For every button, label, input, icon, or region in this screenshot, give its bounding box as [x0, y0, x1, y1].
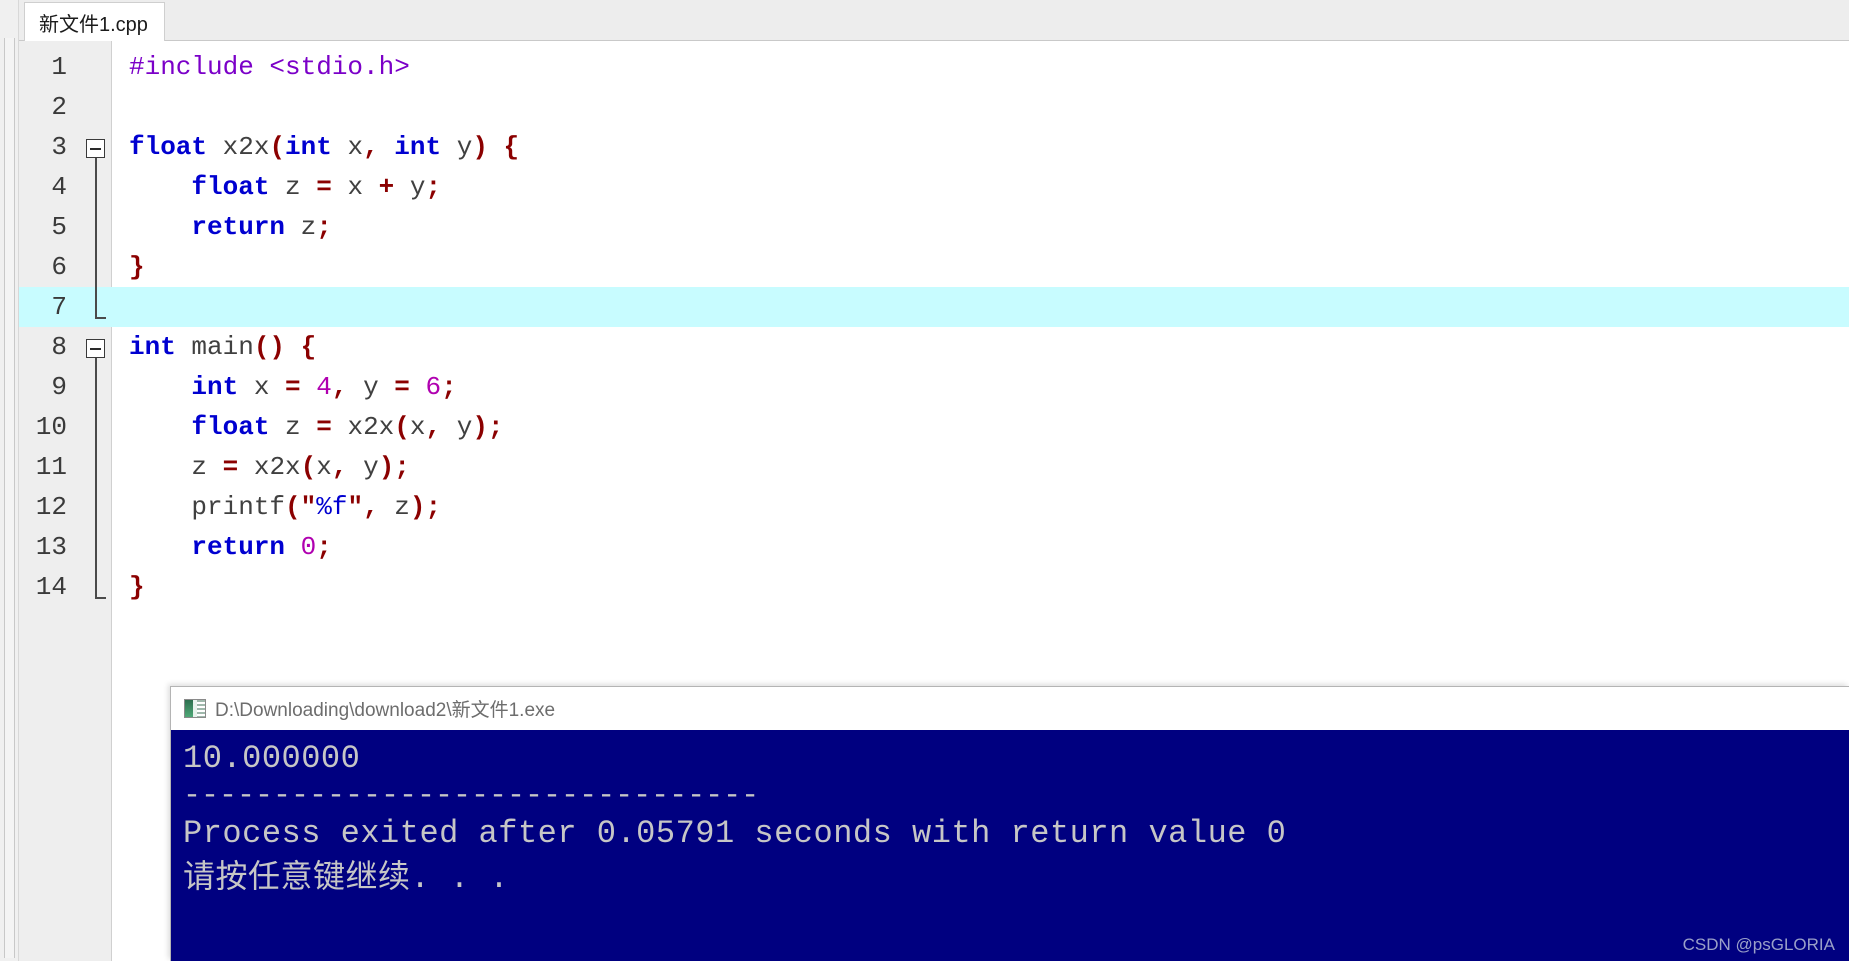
line-number: 10: [35, 412, 67, 442]
app-window: 新文件1.cpp 1 #include <stdio.h> 2 3 float …: [0, 0, 1849, 961]
console-title-text: D:\Downloading\download2\新文件1.exe: [215, 700, 556, 721]
fold-toggle-line-3[interactable]: [86, 139, 105, 158]
line-content: float z = x + y;: [191, 172, 442, 202]
line-content: }: [129, 572, 145, 602]
line-number: 13: [35, 532, 67, 562]
line-number: 7: [51, 292, 67, 322]
line-content: }: [129, 252, 145, 282]
code-line[interactable]: 4 float z = x + y;: [19, 167, 1849, 207]
line-number: 1: [51, 52, 67, 82]
line-number: 3: [51, 132, 67, 162]
console-separator-line: --------------------------------: [183, 779, 760, 813]
code-line[interactable]: 10 float z = x2x(x, y);: [19, 407, 1849, 447]
console-line: 请按任意键继续. . .: [183, 860, 510, 897]
code-line[interactable]: 11 z = x2x(x, y);: [19, 447, 1849, 487]
watermark: CSDN @psGLORIA: [1682, 935, 1835, 954]
line-number: 5: [51, 212, 67, 242]
line-number: 12: [35, 492, 67, 522]
left-panel-strip: [0, 0, 19, 961]
code-line[interactable]: 13 return 0;: [19, 527, 1849, 567]
fold-guide-foot-3: [95, 317, 106, 319]
line-number: 2: [51, 92, 67, 122]
fold-guide-line-8: [95, 358, 97, 598]
console-line: 10.000000: [183, 740, 361, 777]
code-line[interactable]: 1 #include <stdio.h>: [19, 47, 1849, 87]
console-output[interactable]: 10.000000 ------------------------------…: [171, 730, 1849, 961]
code-line[interactable]: 12 printf("%f", z);: [19, 487, 1849, 527]
fold-guide-line-3: [95, 158, 97, 318]
line-number: 6: [51, 252, 67, 282]
code-line[interactable]: 8 int main() {: [19, 327, 1849, 367]
console-window[interactable]: D:\Downloading\download2\新文件1.exe 10.000…: [170, 686, 1849, 961]
line-content: int main() {: [129, 332, 317, 362]
code-line[interactable]: 5 return z;: [19, 207, 1849, 247]
console-line: Process exited after 0.05791 seconds wit…: [183, 815, 1287, 852]
line-number: 9: [51, 372, 67, 402]
tab-bar: 新文件1.cpp: [19, 0, 1849, 42]
code-line[interactable]: 2: [19, 87, 1849, 127]
fold-guide-foot-8: [95, 597, 106, 599]
line-content: return 0;: [191, 532, 332, 562]
console-title-bar[interactable]: D:\Downloading\download2\新文件1.exe: [171, 687, 1849, 730]
line-number: 8: [51, 332, 67, 362]
left-scrollbar[interactable]: [4, 38, 15, 958]
line-content: z = x2x(x, y);: [129, 452, 410, 482]
code-lines: 1 #include <stdio.h> 2 3 float x2x(int x…: [19, 47, 1849, 607]
code-line[interactable]: 3 float x2x(int x, int y) {: [19, 127, 1849, 167]
line-number: 11: [35, 452, 67, 482]
line-content: float z = x2x(x, y);: [191, 412, 504, 442]
fold-toggle-line-8[interactable]: [86, 339, 105, 358]
tab-label: 新文件1.cpp: [39, 14, 148, 36]
line-content: return z;: [191, 212, 332, 242]
line-content: #include <stdio.h>: [129, 52, 410, 82]
code-line-current[interactable]: 7: [19, 287, 1849, 327]
line-number: 14: [35, 572, 67, 602]
line-content: printf("%f", z);: [129, 492, 442, 522]
line-number: 4: [51, 172, 67, 202]
console-app-icon: [184, 699, 206, 718]
line-content: float x2x(int x, int y) {: [129, 132, 520, 162]
tab-new-file-cpp[interactable]: 新文件1.cpp: [24, 2, 165, 42]
code-line[interactable]: 6 }: [19, 247, 1849, 287]
line-content: int x = 4, y = 6;: [191, 372, 457, 402]
code-line[interactable]: 14 }: [19, 567, 1849, 607]
code-line[interactable]: 9 int x = 4, y = 6;: [19, 367, 1849, 407]
